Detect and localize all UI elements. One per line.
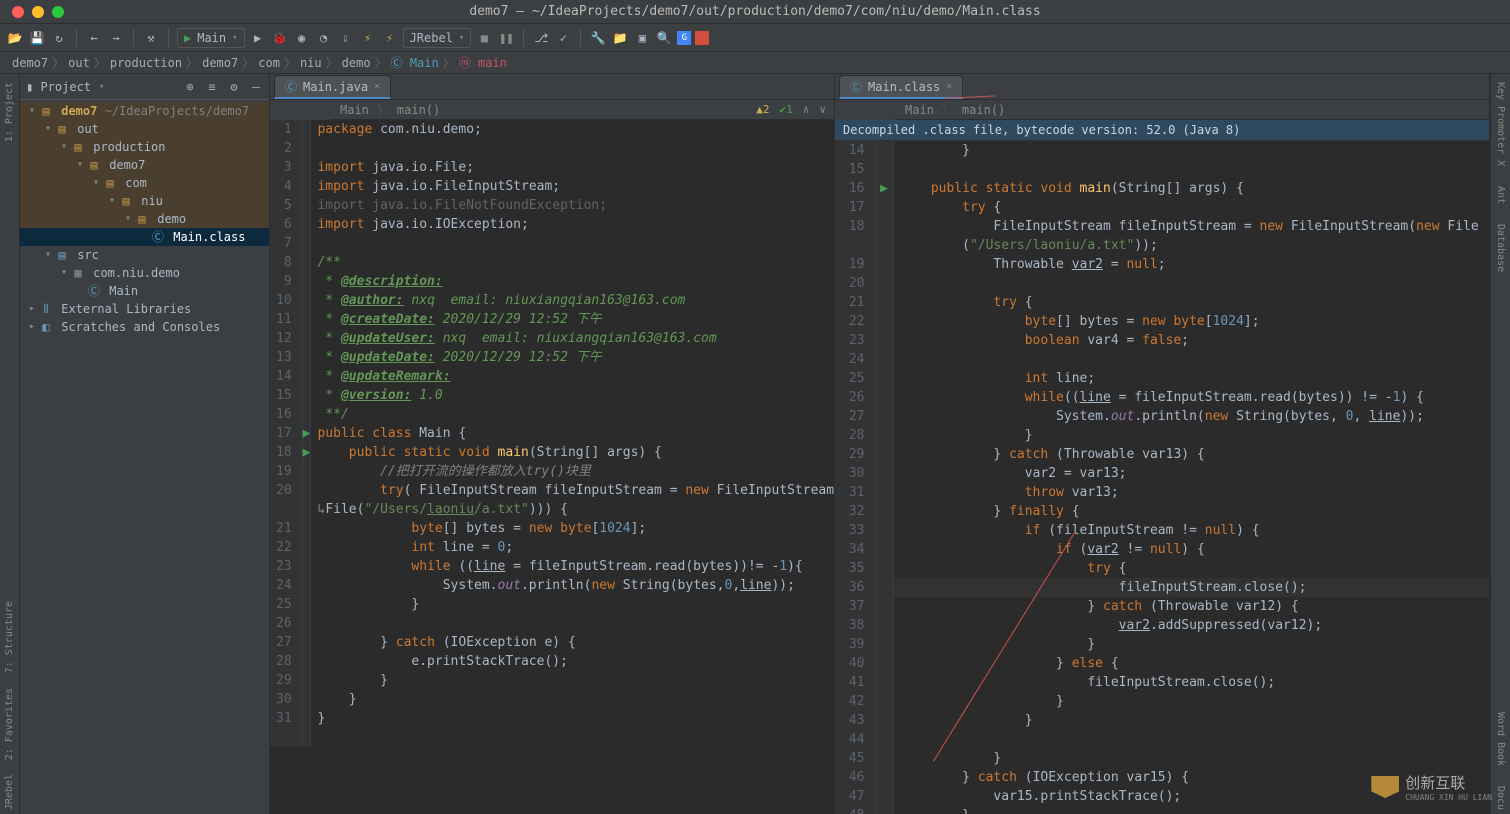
- folder-icon[interactable]: 📁: [611, 29, 629, 47]
- rail-database[interactable]: Database: [1495, 220, 1506, 276]
- editor-crumb-class[interactable]: Main: [905, 103, 934, 117]
- debug-icon[interactable]: 🐞: [271, 29, 289, 47]
- jrebel-debug-icon[interactable]: ⚡: [381, 29, 399, 47]
- rail-favorites[interactable]: 2: Favorites: [4, 684, 15, 764]
- code-left[interactable]: 1package com.niu.demo; 2 3import java.io…: [270, 120, 834, 747]
- main-toolbar: 📂 💾 ↻ ← → ⚒ ▶ Main ▾ ▶ 🐞 ◉ ◔ ⇩ ⚡ ⚡ JRebe…: [0, 24, 1510, 52]
- close-icon[interactable]: ✕: [946, 81, 952, 92]
- crumb-2[interactable]: production: [106, 56, 186, 70]
- crumb-3[interactable]: demo7: [198, 56, 242, 70]
- watermark-logo-icon: [1371, 776, 1399, 798]
- watermark: 创新互联 CHUANG XIN HU LIAN: [1371, 772, 1492, 802]
- rail-ant[interactable]: Ant: [1495, 182, 1506, 208]
- sync-icon[interactable]: ↻: [50, 29, 68, 47]
- rail-project[interactable]: 1: Project: [4, 78, 15, 146]
- tree-main-class: Ⓒ Main.class: [20, 228, 269, 246]
- titlebar: demo7 – ~/IdeaProjects/demo7/out/product…: [0, 0, 1510, 24]
- crumb-5[interactable]: niu: [296, 56, 326, 70]
- pause-icon[interactable]: ❚❚: [497, 29, 515, 47]
- run-config-select[interactable]: ▶ Main ▾: [177, 28, 245, 48]
- crumb-0[interactable]: demo7: [8, 56, 52, 70]
- save-icon[interactable]: 💾: [28, 29, 46, 47]
- window-title: demo7 – ~/IdeaProjects/demo7/out/product…: [0, 4, 1510, 19]
- sidebar-title: ▮ Project: [26, 80, 91, 94]
- collapse-icon[interactable]: ≡: [205, 80, 219, 94]
- gear-icon[interactable]: ⚙: [227, 80, 241, 94]
- nav-breadcrumb: demo7〉 out〉 production〉 demo7〉 com〉 niu〉…: [0, 52, 1510, 74]
- hammer-icon[interactable]: ⚒: [142, 29, 160, 47]
- editor-crumb-method[interactable]: main(): [962, 103, 1005, 117]
- run-icon[interactable]: ▶: [249, 29, 267, 47]
- editor-main-java: Ⓒ Main.java ✕ Main 〉 main() ▲2 ✔1 ∧∨ 1: [270, 74, 835, 814]
- rail-docu[interactable]: Docu: [1495, 782, 1506, 814]
- rail-wordbook[interactable]: Word Book: [1495, 708, 1506, 770]
- back-icon[interactable]: ←: [85, 29, 103, 47]
- stop-icon[interactable]: ■: [475, 29, 493, 47]
- attach-icon[interactable]: ⇩: [337, 29, 355, 47]
- project-tree[interactable]: ▾▤ demo7 ~/IdeaProjects/demo7 ▾▤ out ▾▤ …: [20, 100, 269, 814]
- crumb-7: Ⓒ Main: [387, 54, 443, 71]
- jrebel-run-icon[interactable]: ⚡: [359, 29, 377, 47]
- forward-icon[interactable]: →: [107, 29, 125, 47]
- crumb-6[interactable]: demo: [338, 56, 375, 70]
- wrench-icon[interactable]: 🔧: [589, 29, 607, 47]
- project-sidebar: ▮ Project ▾ ⊕ ≡ ⚙ — ▾▤ demo7 ~/IdeaProje…: [20, 74, 270, 814]
- red-plugin-icon[interactable]: [695, 31, 709, 45]
- tab-main-java[interactable]: Ⓒ Main.java ✕: [274, 75, 391, 99]
- coverage-icon[interactable]: ◉: [293, 29, 311, 47]
- crumb-1[interactable]: out: [64, 56, 94, 70]
- right-tool-rail: Key Promoter X Ant Database Word Book Do…: [1490, 74, 1510, 814]
- code-right[interactable]: 14 } 15 16▶ public static void main(Stri…: [835, 141, 1489, 814]
- rail-structure[interactable]: 7: Structure: [4, 597, 15, 677]
- editor-main-class: Ⓒ Main.class ✕ Main 〉 main() Decompiled …: [835, 74, 1490, 814]
- tab-main-class[interactable]: Ⓒ Main.class ✕: [839, 75, 963, 99]
- rail-jrebel[interactable]: JRebel: [4, 770, 15, 814]
- open-icon[interactable]: 📂: [6, 29, 24, 47]
- jrebel-select[interactable]: JRebel ▾: [403, 28, 472, 48]
- close-icon[interactable]: ✕: [374, 81, 380, 92]
- search-icon[interactable]: 🔍: [655, 29, 673, 47]
- crumb-4[interactable]: com: [254, 56, 284, 70]
- run-config-label: Main: [197, 31, 226, 45]
- target-icon[interactable]: ⊕: [183, 80, 197, 94]
- crumb-8: ⓜ main: [455, 54, 511, 71]
- git-commit-icon[interactable]: ✓: [554, 29, 572, 47]
- rail-keypromoter[interactable]: Key Promoter X: [1495, 78, 1506, 170]
- profiler-icon[interactable]: ◔: [315, 29, 333, 47]
- terminal-icon[interactable]: ▣: [633, 29, 651, 47]
- decompile-notice: Decompiled .class file, bytecode version…: [835, 120, 1489, 141]
- git-branch-icon[interactable]: ⎇: [532, 29, 550, 47]
- hide-icon[interactable]: —: [249, 80, 263, 94]
- editor-crumb-class[interactable]: Main: [340, 103, 369, 117]
- editor-crumb-method[interactable]: main(): [397, 103, 440, 117]
- jrebel-label: JRebel: [410, 31, 453, 45]
- goog-icon[interactable]: G: [677, 31, 691, 45]
- inspection-hints[interactable]: ▲2 ✔1 ∧∨: [756, 103, 826, 116]
- left-tool-rail: 1: Project 7: Structure 2: Favorites JRe…: [0, 74, 20, 814]
